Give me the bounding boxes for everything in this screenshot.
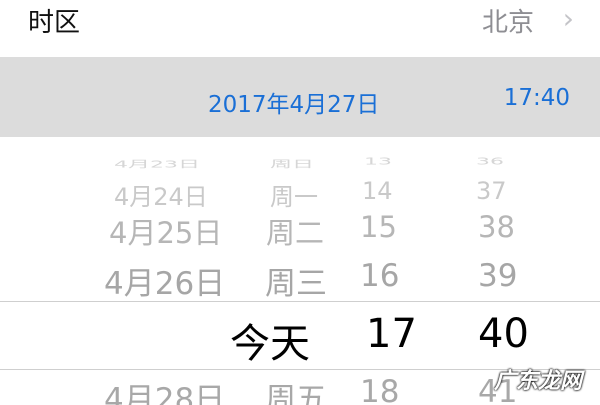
picker-weekday: 周一 xyxy=(270,183,318,211)
picker-date: 4月23日 xyxy=(114,158,200,170)
picker-hour: 14 xyxy=(362,177,393,205)
picker-date: 今天 xyxy=(230,321,310,367)
timezone-value: 北京 xyxy=(481,8,534,38)
picker-weekday: 周二 xyxy=(266,216,325,250)
picker-minute: 37 xyxy=(476,177,507,205)
picker-date: 4月25日 xyxy=(109,216,223,250)
timezone-label: 时区 xyxy=(28,8,81,38)
selected-time[interactable]: 17:40 xyxy=(504,85,570,111)
picker-date: 4月26日 xyxy=(104,266,226,302)
picker-hour: 18 xyxy=(360,374,400,405)
picker-weekday: 周五 xyxy=(265,382,327,405)
selected-datetime-row[interactable]: 2017年4月27日 17:40 xyxy=(0,57,600,137)
picker-hour: 13 xyxy=(364,156,392,168)
picker-weekday: 周日 xyxy=(270,158,315,170)
chevron-right-icon: › xyxy=(562,2,574,35)
picker-hour: 17 xyxy=(366,311,417,357)
timezone-row[interactable]: 时区 北京 › xyxy=(0,0,600,52)
watermark: 广东龙网 xyxy=(493,369,582,394)
picker-date: 4月28日 xyxy=(104,382,226,405)
picker-minute: 36 xyxy=(476,156,504,168)
picker-hour: 16 xyxy=(360,258,400,294)
picker-date: 4月24日 xyxy=(114,183,208,211)
selection-top-divider xyxy=(0,301,600,302)
picker-weekday: 周三 xyxy=(265,266,327,302)
picker-minute: 38 xyxy=(478,210,515,244)
selected-date[interactable]: 2017年4月27日 xyxy=(208,85,379,119)
picker-hour: 15 xyxy=(360,210,397,244)
picker-minute: 39 xyxy=(478,258,518,294)
picker-minute: 40 xyxy=(478,311,529,357)
